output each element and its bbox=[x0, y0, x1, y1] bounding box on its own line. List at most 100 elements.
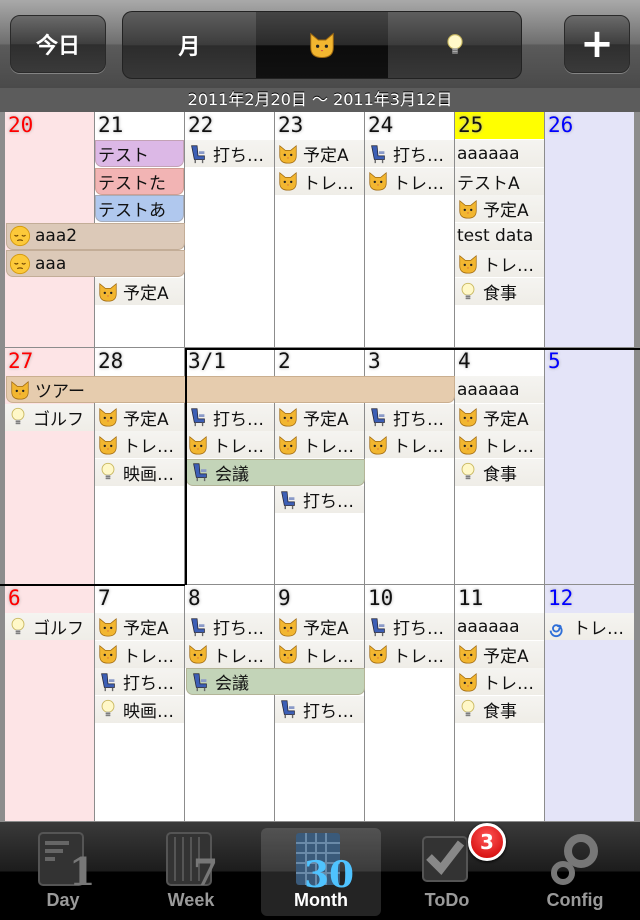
event-label: 会議 bbox=[215, 674, 249, 695]
event-label: トレ… bbox=[303, 437, 354, 458]
event-label: テストあ bbox=[98, 201, 166, 222]
tab-month[interactable]: 30 Month bbox=[261, 828, 381, 916]
event-item[interactable]: トレ… bbox=[455, 250, 544, 278]
event-item[interactable]: 打ち… bbox=[365, 403, 454, 431]
event-item[interactable]: 打ち… bbox=[185, 140, 274, 167]
event-item[interactable]: ゴルフ bbox=[5, 613, 94, 640]
event-item[interactable]: 予定A bbox=[95, 403, 184, 431]
segment-cat[interactable] bbox=[255, 12, 389, 78]
event-item[interactable]: テストた bbox=[95, 167, 184, 195]
event-item[interactable]: 打ち… bbox=[275, 695, 364, 723]
event-item[interactable]: トレ… bbox=[455, 431, 544, 459]
tab-config[interactable]: Config bbox=[515, 828, 635, 916]
seat-icon bbox=[97, 671, 123, 693]
event-item[interactable]: 映画… bbox=[95, 458, 184, 486]
day-number: 12 bbox=[548, 586, 574, 610]
day-cell[interactable]: 5 bbox=[545, 348, 634, 584]
event-item[interactable]: aaaaaa bbox=[455, 376, 544, 403]
day-number: 2 bbox=[278, 349, 291, 373]
light-bulb-icon bbox=[442, 32, 468, 58]
cat-face-icon bbox=[187, 434, 213, 456]
event-item[interactable]: 打ち… bbox=[365, 140, 454, 167]
event-item[interactable]: トレ… bbox=[365, 167, 454, 195]
event-label: トレ… bbox=[123, 437, 174, 458]
event-item[interactable]: トレ… bbox=[95, 640, 184, 668]
event-item[interactable]: 打ち… bbox=[185, 613, 274, 640]
event-item[interactable]: 打ち… bbox=[365, 613, 454, 640]
event-item[interactable]: ゴルフ bbox=[5, 403, 94, 431]
event-label: 予定A bbox=[483, 646, 529, 667]
tab-label: Config bbox=[546, 890, 604, 910]
event-item[interactable]: 予定A bbox=[455, 195, 544, 223]
light-bulb-icon bbox=[7, 616, 33, 638]
day-number: 21 bbox=[98, 113, 124, 137]
light-bulb-icon bbox=[7, 406, 33, 428]
seat-icon bbox=[277, 698, 303, 720]
day-number: 20 bbox=[8, 113, 34, 137]
gear-icon bbox=[545, 828, 605, 890]
event-item[interactable]: 会議 bbox=[186, 668, 365, 696]
tab-week[interactable]: 7 Week bbox=[131, 828, 251, 916]
event-item[interactable]: テストA bbox=[455, 167, 544, 195]
event-item[interactable]: 予定A bbox=[455, 640, 544, 668]
event-item[interactable]: ツアー bbox=[6, 376, 455, 403]
event-label: 映画… bbox=[123, 701, 174, 722]
cat-face-icon bbox=[277, 406, 303, 428]
event-item[interactable]: 食事 bbox=[455, 458, 544, 486]
event-item[interactable]: トレ… bbox=[185, 431, 274, 459]
day-number: 9 bbox=[278, 586, 291, 610]
event-item[interactable]: テストあ bbox=[95, 195, 184, 223]
event-label: aaa2 bbox=[35, 226, 78, 247]
pensive-face-icon bbox=[9, 253, 35, 275]
event-item[interactable]: 会議 bbox=[186, 458, 365, 486]
svg-text:1: 1 bbox=[69, 849, 93, 889]
today-button[interactable]: 今日 bbox=[10, 15, 106, 73]
segment-month[interactable]: 月 bbox=[123, 12, 256, 78]
event-item[interactable]: aaa2 bbox=[6, 222, 185, 250]
event-item[interactable]: test data bbox=[455, 222, 544, 250]
event-item[interactable]: トレ… bbox=[185, 640, 274, 668]
segment-bulb[interactable] bbox=[388, 12, 521, 78]
tab-label: Day bbox=[46, 890, 80, 910]
day-number: 3 bbox=[368, 349, 381, 373]
event-label: 打ち… bbox=[213, 409, 264, 430]
event-item[interactable]: 食事 bbox=[455, 695, 544, 723]
event-item[interactable]: aaaaaa bbox=[455, 613, 544, 640]
add-event-button[interactable]: + bbox=[564, 15, 630, 73]
event-item[interactable]: 予定A bbox=[275, 613, 364, 640]
event-item[interactable]: トレ… bbox=[275, 431, 364, 459]
month-boundary-line bbox=[0, 584, 185, 586]
event-item[interactable]: トレ… bbox=[365, 431, 454, 459]
event-label: テストた bbox=[98, 173, 166, 194]
seat-icon bbox=[367, 143, 393, 165]
tab-label: Month bbox=[294, 890, 348, 910]
event-item[interactable]: 予定A bbox=[275, 140, 364, 167]
day-number: 22 bbox=[188, 113, 214, 137]
cat-face-icon bbox=[367, 434, 393, 456]
event-item[interactable]: 打ち… bbox=[95, 668, 184, 696]
seat-icon bbox=[367, 406, 393, 428]
event-item[interactable]: 予定A bbox=[275, 403, 364, 431]
event-item[interactable]: 予定A bbox=[455, 403, 544, 431]
event-item[interactable]: トレ… bbox=[275, 167, 364, 195]
event-item[interactable]: 食事 bbox=[455, 278, 544, 305]
event-item[interactable]: トレ… bbox=[95, 431, 184, 459]
event-item[interactable]: トレ… bbox=[455, 668, 544, 696]
event-item[interactable]: トレ… bbox=[275, 640, 364, 668]
svg-text:30: 30 bbox=[304, 854, 354, 889]
event-item[interactable]: aaaaaa bbox=[455, 140, 544, 167]
day-cell[interactable]: 26 bbox=[545, 112, 634, 347]
event-item[interactable]: 予定A bbox=[95, 613, 184, 640]
event-label: 会議 bbox=[215, 464, 249, 485]
event-item[interactable]: テスト bbox=[95, 140, 184, 167]
day-number: 3/1 bbox=[188, 349, 226, 373]
tab-day[interactable]: 1 Day bbox=[3, 828, 123, 916]
event-item[interactable]: 予定A bbox=[95, 278, 184, 305]
event-item[interactable]: 打ち… bbox=[185, 403, 274, 431]
event-item[interactable]: 打ち… bbox=[275, 486, 364, 514]
event-item[interactable]: aaa bbox=[6, 250, 185, 278]
pensive-face-icon bbox=[9, 225, 35, 247]
event-item[interactable]: 映画… bbox=[95, 695, 184, 723]
event-item[interactable]: トレ… bbox=[545, 613, 634, 640]
event-item[interactable]: トレ… bbox=[365, 640, 454, 668]
